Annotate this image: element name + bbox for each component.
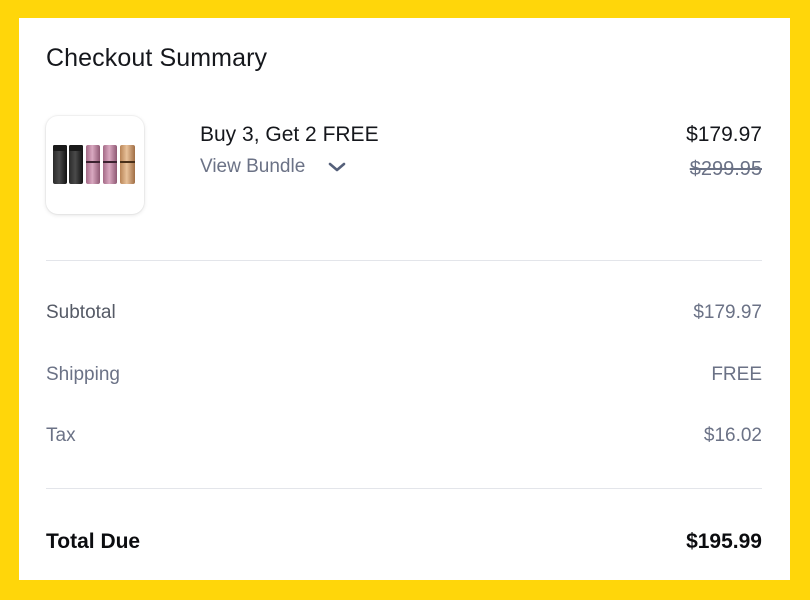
shipping-label: Shipping [46,364,120,385]
shipping-value: FREE [711,364,762,385]
product-original-price: $299.95 [689,158,762,180]
total-row: Total Due $195.99 [46,529,762,555]
subtotal-value: $179.97 [693,302,762,323]
total-label: Total Due [46,530,141,553]
subtotal-label: Subtotal [46,302,116,323]
view-bundle-label: View Bundle [200,156,306,177]
total-value: $195.99 [686,530,762,553]
product-prices: $179.97 $299.95 [686,122,762,181]
product-row: Buy 3, Get 2 FREE View Bundle $179.97 $2… [46,116,762,216]
tax-value: $16.02 [703,425,762,446]
divider [46,260,762,261]
product-price: $179.97 [686,123,762,146]
subtotal-row: Subtotal $179.97 [46,301,762,325]
page-title: Checkout Summary [46,44,268,72]
chevron-down-icon[interactable] [327,157,347,177]
shipping-row: Shipping FREE [46,363,762,387]
tax-row: Tax $16.02 [46,424,762,448]
product-info: Buy 3, Get 2 FREE View Bundle [200,122,379,179]
product-name: Buy 3, Get 2 FREE [200,123,379,146]
product-bundle-image [46,116,144,214]
checkout-summary-card: Checkout Summary Buy 3, Get 2 FREE View … [19,18,790,580]
view-bundle-toggle[interactable]: View Bundle [200,155,379,179]
divider [46,488,762,489]
tax-label: Tax [46,425,76,446]
